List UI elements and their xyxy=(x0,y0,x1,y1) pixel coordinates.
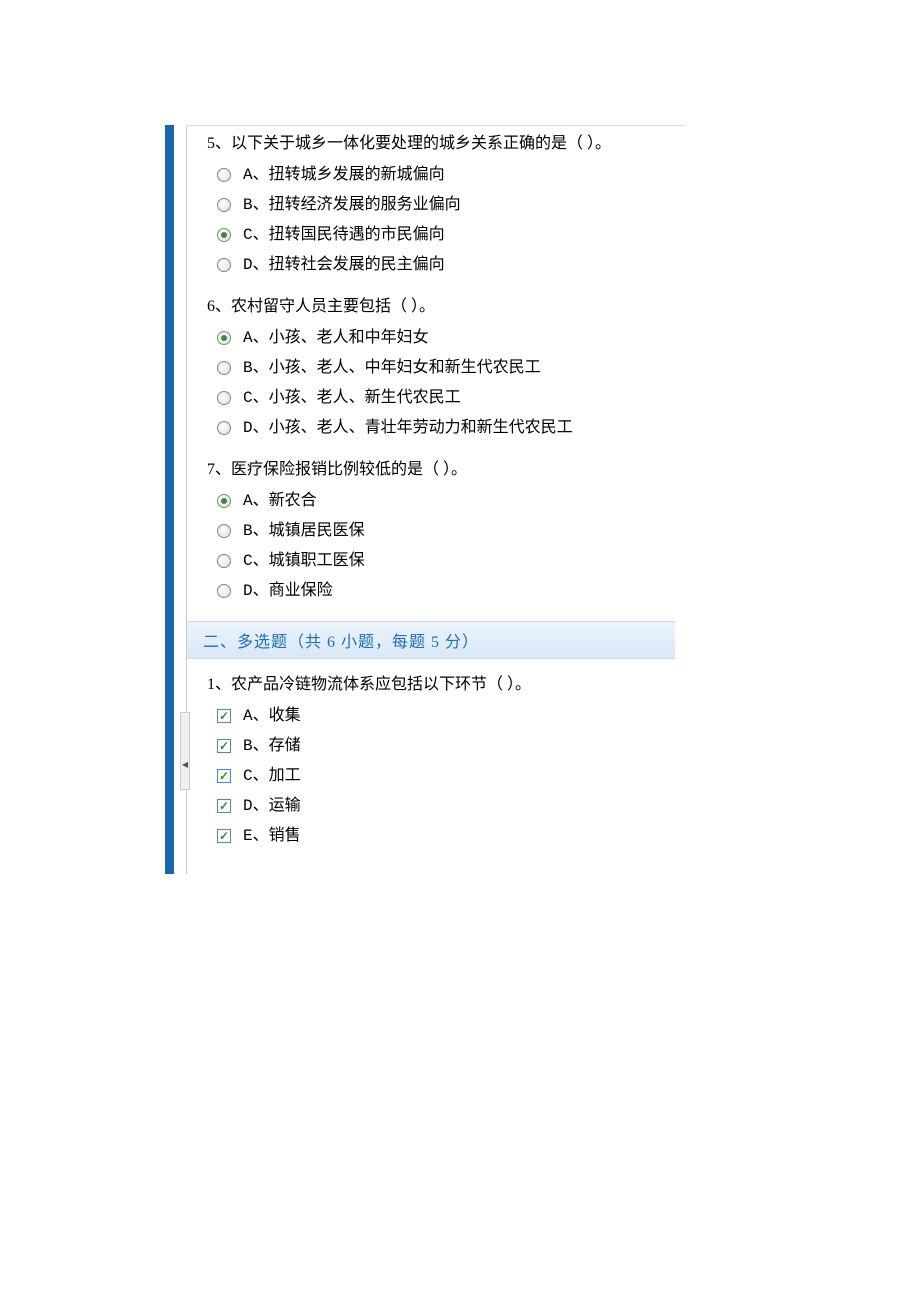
question-text: 1、农产品冷链物流体系应包括以下环节（ ）。 xyxy=(207,673,675,697)
checkbox-icon[interactable] xyxy=(217,709,231,723)
option-b[interactable]: B、扭转经济发展的服务业偏向 xyxy=(217,193,675,217)
option-label: B、小孩、老人、中年妇女和新生代农民工 xyxy=(243,356,541,380)
multi-question-1: 1、农产品冷链物流体系应包括以下环节（ ）。 A、收集 B、存储 C、加工 D、… xyxy=(207,673,675,848)
option-c[interactable]: C、小孩、老人、新生代农民工 xyxy=(217,386,675,410)
question-number: 7、 xyxy=(207,461,231,478)
radio-icon[interactable] xyxy=(217,524,231,538)
option-label: A、新农合 xyxy=(243,489,317,513)
page-wrapper: ◀ 5、以下关于城乡一体化要处理的城乡关系正确的是（ ）。 A、扭转城乡发展的新… xyxy=(0,0,920,874)
option-label: A、扭转城乡发展的新城偏向 xyxy=(243,163,445,187)
section-2-title: 二、多选题（共 6 小题，每题 5 分） xyxy=(187,621,675,659)
radio-icon[interactable] xyxy=(217,494,231,508)
option-label: E、销售 xyxy=(243,824,301,848)
question-stem: 农村留守人员主要包括（ ）。 xyxy=(231,298,435,315)
option-label: C、城镇职工医保 xyxy=(243,549,365,573)
checkbox-icon[interactable] xyxy=(217,769,231,783)
option-label: C、扭转国民待遇的市民偏向 xyxy=(243,223,445,247)
question-number: 6、 xyxy=(207,298,231,315)
radio-icon[interactable] xyxy=(217,198,231,212)
option-a[interactable]: A、收集 xyxy=(217,704,675,728)
option-label: C、加工 xyxy=(243,764,301,788)
radio-icon[interactable] xyxy=(217,554,231,568)
radio-icon[interactable] xyxy=(217,331,231,345)
question-text: 6、农村留守人员主要包括（ ）。 xyxy=(207,295,675,319)
question-stem: 以下关于城乡一体化要处理的城乡关系正确的是（ ）。 xyxy=(231,135,611,152)
option-label: D、运输 xyxy=(243,794,301,818)
option-a[interactable]: A、新农合 xyxy=(217,489,675,513)
checkbox-icon[interactable] xyxy=(217,739,231,753)
question-6: 6、农村留守人员主要包括（ ）。 A、小孩、老人和中年妇女 B、小孩、老人、中年… xyxy=(207,295,675,440)
vertical-scroll-track[interactable] xyxy=(180,712,190,790)
option-a[interactable]: A、小孩、老人和中年妇女 xyxy=(217,326,675,350)
question-stem: 医疗保险报销比例较低的是（ ）。 xyxy=(231,461,467,478)
option-c[interactable]: C、加工 xyxy=(217,764,675,788)
radio-icon[interactable] xyxy=(217,361,231,375)
scroll-left-arrow-icon[interactable]: ◀ xyxy=(180,756,190,772)
question-number: 1、 xyxy=(207,676,231,693)
question-text: 5、以下关于城乡一体化要处理的城乡关系正确的是（ ）。 xyxy=(207,132,675,156)
option-c[interactable]: C、扭转国民待遇的市民偏向 xyxy=(217,223,675,247)
option-label: A、收集 xyxy=(243,704,301,728)
option-d[interactable]: D、扭转社会发展的民主偏向 xyxy=(217,253,675,277)
option-label: C、小孩、老人、新生代农民工 xyxy=(243,386,461,410)
radio-icon[interactable] xyxy=(217,258,231,272)
option-a[interactable]: A、扭转城乡发展的新城偏向 xyxy=(217,163,675,187)
radio-icon[interactable] xyxy=(217,228,231,242)
radio-icon[interactable] xyxy=(217,421,231,435)
radio-icon[interactable] xyxy=(217,584,231,598)
option-d[interactable]: D、运输 xyxy=(217,794,675,818)
checkbox-icon[interactable] xyxy=(217,829,231,843)
radio-icon[interactable] xyxy=(217,391,231,405)
option-label: B、扭转经济发展的服务业偏向 xyxy=(243,193,461,217)
option-label: D、小孩、老人、青壮年劳动力和新生代农民工 xyxy=(243,416,573,440)
option-label: B、城镇居民医保 xyxy=(243,519,365,543)
question-7: 7、医疗保险报销比例较低的是（ ）。 A、新农合 B、城镇居民医保 C、城镇职工… xyxy=(207,458,675,603)
option-e[interactable]: E、销售 xyxy=(217,824,675,848)
option-d[interactable]: D、小孩、老人、青壮年劳动力和新生代农民工 xyxy=(217,416,675,440)
option-label: D、商业保险 xyxy=(243,579,333,603)
question-stem: 农产品冷链物流体系应包括以下环节（ ）。 xyxy=(231,676,531,693)
question-number: 5、 xyxy=(207,135,231,152)
option-label: D、扭转社会发展的民主偏向 xyxy=(243,253,445,277)
radio-icon[interactable] xyxy=(217,168,231,182)
content-inner: 5、以下关于城乡一体化要处理的城乡关系正确的是（ ）。 A、扭转城乡发展的新城偏… xyxy=(186,125,685,874)
option-b[interactable]: B、存储 xyxy=(217,734,675,758)
option-label: A、小孩、老人和中年妇女 xyxy=(243,326,429,350)
option-b[interactable]: B、小孩、老人、中年妇女和新生代农民工 xyxy=(217,356,675,380)
option-label: B、存储 xyxy=(243,734,301,758)
option-b[interactable]: B、城镇居民医保 xyxy=(217,519,675,543)
question-text: 7、医疗保险报销比例较低的是（ ）。 xyxy=(207,458,675,482)
option-d[interactable]: D、商业保险 xyxy=(217,579,675,603)
question-5: 5、以下关于城乡一体化要处理的城乡关系正确的是（ ）。 A、扭转城乡发展的新城偏… xyxy=(207,132,675,277)
checkbox-icon[interactable] xyxy=(217,799,231,813)
option-c[interactable]: C、城镇职工医保 xyxy=(217,549,675,573)
content-frame: 5、以下关于城乡一体化要处理的城乡关系正确的是（ ）。 A、扭转城乡发展的新城偏… xyxy=(165,125,685,874)
